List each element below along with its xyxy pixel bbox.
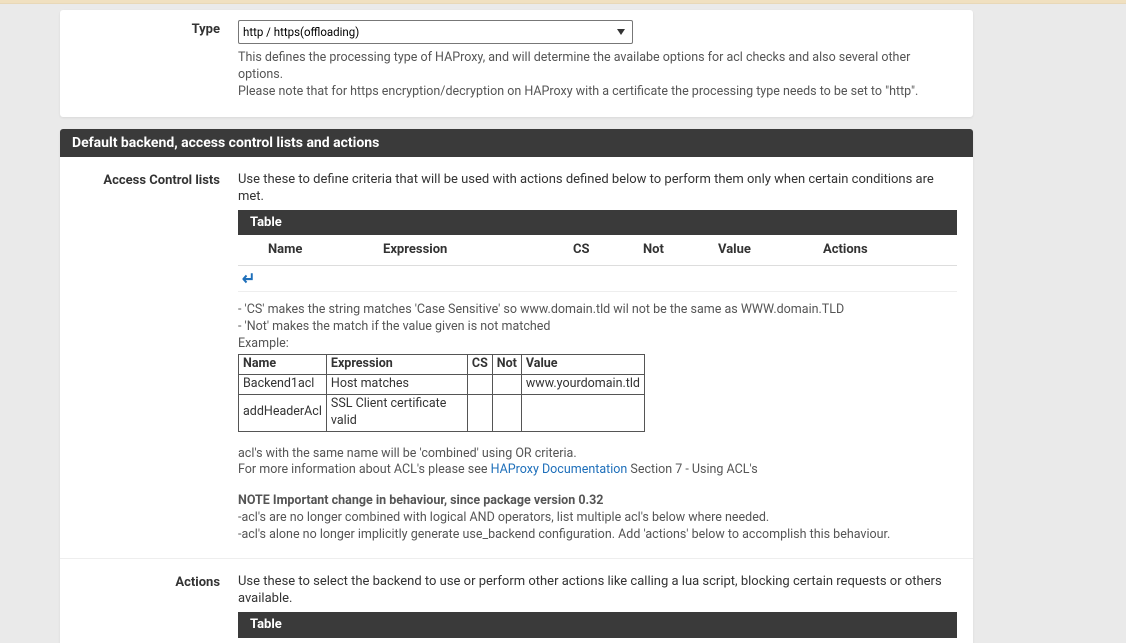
acl-label: Access Control lists — [60, 171, 238, 544]
acl-moreinfo: For more information about ACL's please … — [238, 462, 957, 479]
add-acl-icon[interactable]: ↵ — [242, 267, 255, 291]
actions-table-col-headers: Action Parameters Condition acl names Ac… — [238, 638, 957, 643]
table-row: addHeaderAcl SSL Client certificate vali… — [239, 394, 645, 431]
type-help-line2: Please note that for https encryption/de… — [238, 84, 957, 101]
section-header-default-backend: Default backend, access control lists an… — [60, 129, 973, 157]
acl-change-note-l1: -acl's are no longer combined with logic… — [238, 510, 957, 527]
acl-change-note-heading: NOTE Important change in behaviour, sinc… — [238, 493, 957, 510]
acl-col-cs: CS — [573, 241, 643, 259]
type-select[interactable]: http / https(offloading) — [238, 20, 633, 44]
type-label: Type — [60, 20, 238, 101]
acl-table-col-headers: Name Expression CS Not Value Actions — [238, 235, 957, 266]
acl-col-not: Not — [643, 241, 718, 259]
acl-intro: Use these to define criteria that will b… — [238, 171, 957, 206]
acl-col-name: Name — [268, 241, 383, 259]
type-help-line1: This defines the processing type of HAPr… — [238, 50, 957, 84]
acl-example-label: Example: — [238, 336, 957, 353]
actions-table-title: Table — [238, 612, 957, 638]
acl-col-expr: Expression — [383, 241, 573, 259]
acl-change-note-l2: -acl's alone no longer implicitly genera… — [238, 527, 957, 544]
actions-intro: Use these to select the backend to use o… — [238, 573, 957, 608]
acl-col-value: Value — [718, 241, 823, 259]
acl-cs-note: - 'CS' makes the string matches 'Case Se… — [238, 302, 957, 319]
acl-combine-note: acl's with the same name will be 'combin… — [238, 446, 957, 463]
acl-table-title: Table — [238, 210, 957, 236]
haproxy-doc-link[interactable]: HAProxy Documentation — [491, 462, 628, 477]
acl-example-table: Name Expression CS Not Value Backend1acl… — [238, 354, 645, 432]
acl-not-note: - 'Not' makes the match if the value giv… — [238, 319, 957, 336]
table-row: Backend1acl Host matches www.yourdomain.… — [239, 374, 645, 394]
acl-col-actions: Actions — [823, 241, 893, 259]
actions-label: Actions — [60, 573, 238, 643]
